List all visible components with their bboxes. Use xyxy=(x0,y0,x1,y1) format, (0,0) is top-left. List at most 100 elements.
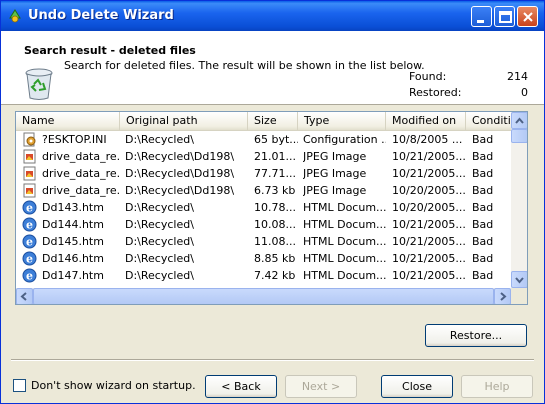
wizard-header: Search result - deleted files Search for… xyxy=(1,31,544,105)
found-label: Found: xyxy=(409,70,447,83)
jpeg-file-icon xyxy=(23,183,36,198)
cell-modified-on: 10/21/2005... xyxy=(392,150,466,163)
deleted-files-list[interactable]: Name Original path Size Type Modified on… xyxy=(15,111,528,305)
table-row[interactable]: e Dd147.htm D:\Recycled\ 7.42 kb HTML Docum.… xyxy=(16,267,511,284)
cell-original-path: D:\Recycled\Dd198\ xyxy=(125,167,235,180)
cell-type: HTML Docum... xyxy=(303,201,386,214)
scroll-left-button[interactable] xyxy=(16,288,33,304)
table-row[interactable]: drive_data_re... D:\Recycled\Dd198\ 21.01.… xyxy=(16,148,511,165)
vertical-scrollbar[interactable] xyxy=(511,112,527,288)
cell-type: HTML Docum... xyxy=(303,269,386,282)
horizontal-scroll-thumb[interactable] xyxy=(33,288,494,304)
column-header-original-path[interactable]: Original path xyxy=(120,112,248,131)
cell-name: Dd143.htm xyxy=(42,201,104,214)
cell-modified-on: 10/8/2005 ... xyxy=(392,133,463,146)
column-header-modified-on[interactable]: Modified on xyxy=(386,112,466,131)
cell-size: 8.85 kb xyxy=(254,252,296,265)
cell-original-path: D:\Recycled\ xyxy=(125,235,194,248)
svg-text:e: e xyxy=(26,270,33,283)
svg-text:e: e xyxy=(26,219,33,232)
cell-type: HTML Docum... xyxy=(303,235,386,248)
recycle-bin-icon xyxy=(25,68,53,100)
scroll-up-button[interactable] xyxy=(511,112,527,129)
html-file-icon: e xyxy=(22,268,37,283)
horizontal-scrollbar[interactable] xyxy=(16,288,511,304)
cell-name: Dd146.htm xyxy=(42,252,104,265)
cell-name: Dd145.htm xyxy=(42,235,104,248)
help-button[interactable]: Help xyxy=(461,375,533,398)
cell-modified-on: 10/21/2005... xyxy=(392,252,466,265)
cell-name: drive_data_re... xyxy=(42,150,120,163)
cell-modified-on: 10/21/2005... xyxy=(392,218,466,231)
scrollbar-corner xyxy=(511,288,527,304)
column-header-type[interactable]: Type xyxy=(298,112,386,131)
page-description: Search for deleted files. The result wil… xyxy=(64,59,425,72)
scroll-right-button[interactable] xyxy=(494,288,511,304)
cell-type: Configuration ... xyxy=(303,133,386,146)
config-file-icon xyxy=(23,132,36,147)
scroll-down-button[interactable] xyxy=(511,271,527,288)
footer-divider xyxy=(11,359,534,361)
table-row[interactable]: ?ESKTOP.INI D:\Recycled\ 65 byt... Configur… xyxy=(16,131,511,148)
minimize-icon xyxy=(477,20,484,23)
cell-type: JPEG Image xyxy=(303,150,367,163)
table-row[interactable]: e Dd146.htm D:\Recycled\ 8.85 kb HTML Docum.… xyxy=(16,250,511,267)
undo-delete-wizard-window: Undo Delete Wizard Search result - delet… xyxy=(0,0,545,404)
cell-condition: Bad xyxy=(472,218,494,231)
column-header-size[interactable]: Size xyxy=(248,112,298,131)
list-header: Name Original path Size Type Modified on… xyxy=(16,112,516,131)
close-button[interactable]: Close xyxy=(381,375,453,398)
column-header-name[interactable]: Name xyxy=(16,112,120,131)
chevron-left-icon xyxy=(20,292,27,301)
cell-original-path: D:\Recycled\ xyxy=(125,252,194,265)
html-file-icon: e xyxy=(22,234,37,249)
maximize-button[interactable] xyxy=(494,6,515,27)
cell-size: 77.71... xyxy=(254,167,296,180)
cell-type: HTML Docum... xyxy=(303,218,386,231)
html-file-icon: e xyxy=(22,217,37,232)
cell-original-path: D:\Recycled\ xyxy=(125,133,194,146)
svg-text:e: e xyxy=(26,253,33,266)
restore-button[interactable]: Restore... xyxy=(425,324,527,347)
next-button[interactable]: Next > xyxy=(285,375,357,398)
jpeg-file-icon xyxy=(23,166,36,181)
cell-modified-on: 10/20/2005... xyxy=(392,184,466,197)
app-recycle-icon xyxy=(9,9,21,23)
chevron-down-icon xyxy=(515,277,524,284)
cell-condition: Bad xyxy=(472,150,494,163)
cell-name: ?ESKTOP.INI xyxy=(42,133,107,146)
table-row[interactable]: drive_data_re... D:\Recycled\Dd198\ 6.73 k… xyxy=(16,182,511,199)
restored-count: 0 xyxy=(521,86,528,99)
cell-modified-on: 10/21/2005... xyxy=(392,269,466,282)
cell-size: 10.08... xyxy=(254,218,296,231)
minimize-button[interactable] xyxy=(471,6,492,27)
cell-size: 6.73 kb xyxy=(254,184,296,197)
cell-condition: Bad xyxy=(472,167,494,180)
html-file-icon: e xyxy=(22,251,37,266)
cell-condition: Bad xyxy=(472,201,494,214)
vertical-scroll-thumb[interactable] xyxy=(511,129,527,143)
title-bar[interactable]: Undo Delete Wizard xyxy=(1,1,544,31)
table-row[interactable]: e Dd144.htm D:\Recycled\ 10.08... HTML Docum… xyxy=(16,216,511,233)
dont-show-label[interactable]: Don't show wizard on startup. xyxy=(31,379,196,392)
cell-condition: Bad xyxy=(472,184,494,197)
cell-original-path: D:\Recycled\ xyxy=(125,218,194,231)
table-row[interactable]: e Dd145.htm D:\Recycled\ 11.08... HTML Docum… xyxy=(16,233,511,250)
cell-condition: Bad xyxy=(472,133,494,146)
cell-type: JPEG Image xyxy=(303,184,367,197)
cell-size: 7.42 kb xyxy=(254,269,296,282)
cell-name: Dd144.htm xyxy=(42,218,104,231)
table-row[interactable]: e Dd143.htm D:\Recycled\ 10.78... HTML Docum… xyxy=(16,199,511,216)
cell-original-path: D:\Recycled\Dd198\ xyxy=(125,150,235,163)
cell-modified-on: 10/21/2005... xyxy=(392,235,466,248)
cell-type: JPEG Image xyxy=(303,167,367,180)
cell-type: HTML Docum... xyxy=(303,252,386,265)
window-title: Undo Delete Wizard xyxy=(28,8,174,23)
cell-name: Dd147.htm xyxy=(42,269,104,282)
close-window-button[interactable] xyxy=(517,6,538,27)
dont-show-checkbox[interactable] xyxy=(13,379,26,392)
column-header-condition[interactable]: Conditio xyxy=(466,112,516,131)
back-button[interactable]: < Back xyxy=(205,375,277,398)
page-title: Search result - deleted files xyxy=(24,44,196,57)
table-row[interactable]: drive_data_re... D:\Recycled\Dd198\ 77.71.… xyxy=(16,165,511,182)
